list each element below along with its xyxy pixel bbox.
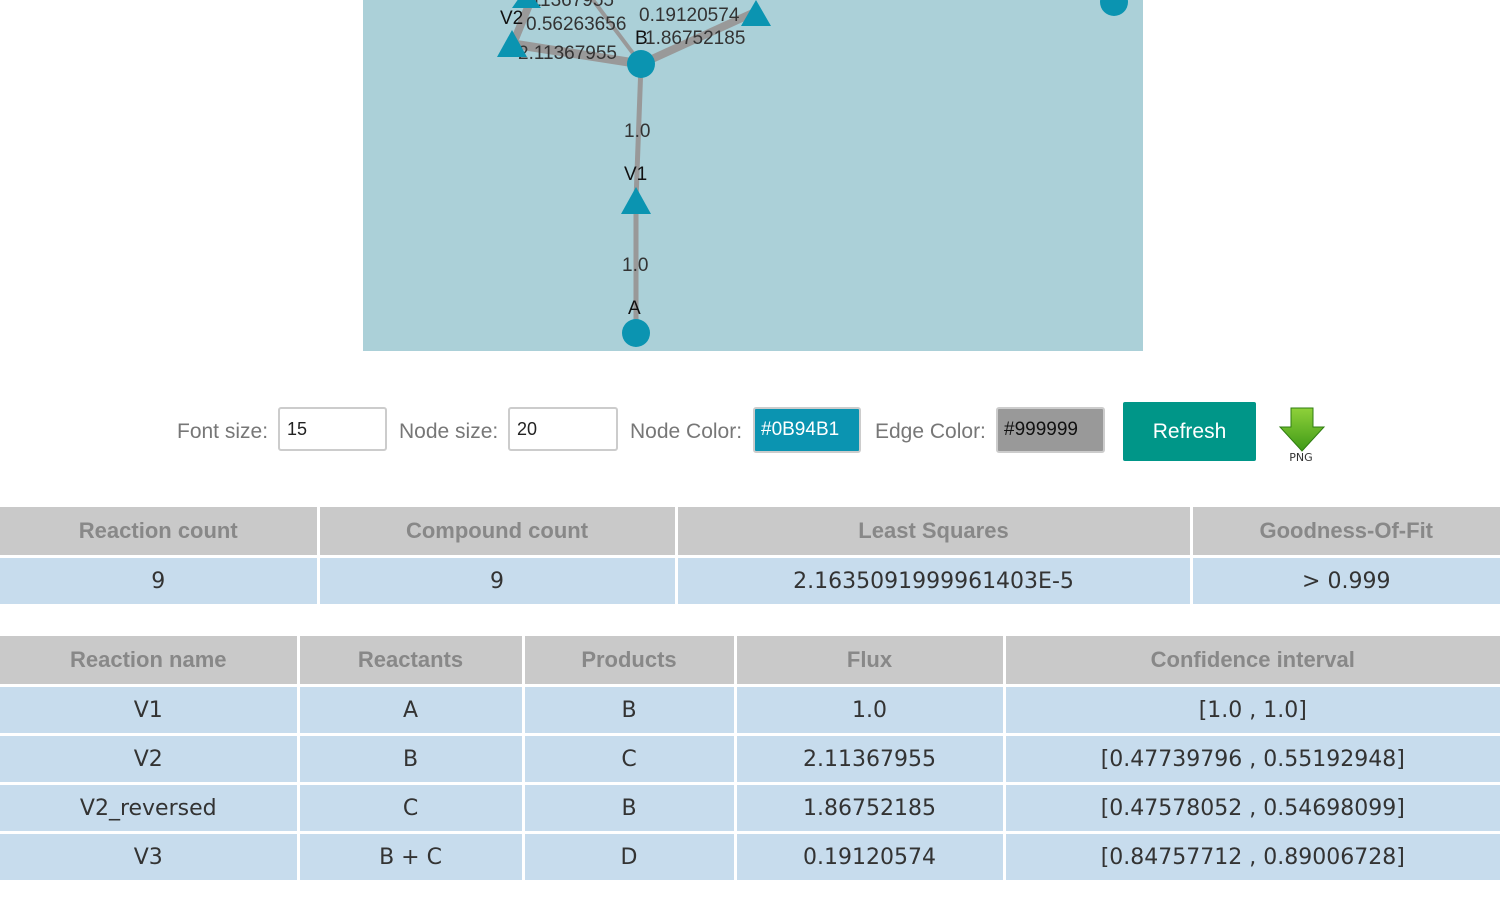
summary-table: Reaction count Compound count Least Squa… — [0, 504, 1500, 607]
reactions-table: Reaction name Reactants Products Flux Co… — [0, 633, 1500, 883]
table-cell: [0.47739796 , 0.55192948] — [1002, 733, 1500, 785]
table-cell: V1 — [0, 684, 300, 736]
edge-label: 1.0 — [622, 255, 648, 276]
table-header-row: Reaction name Reactants Products Flux Co… — [0, 633, 1500, 687]
column-header: Flux — [733, 633, 1006, 687]
node-color-picker[interactable]: #0B94B1 — [753, 407, 861, 453]
table-cell: [0.47578052 , 0.54698099] — [1002, 782, 1500, 834]
node-size-input[interactable] — [508, 407, 618, 451]
font-size-label: Font size: — [177, 420, 269, 443]
table-row: V2_reversed C B 1.86752185 [0.47578052 ,… — [0, 782, 1500, 834]
node-label: V1 — [624, 164, 647, 185]
table-cell: [1.0 , 1.0] — [1002, 684, 1500, 736]
font-size-input[interactable] — [278, 407, 387, 451]
table-cell: V2_reversed — [0, 782, 300, 834]
edge-label: 0.56263656 — [526, 14, 626, 35]
column-header: Compound count — [316, 504, 678, 558]
column-header: Confidence interval — [1002, 633, 1500, 687]
column-header: Goodness-Of-Fit — [1189, 504, 1500, 558]
node-size-label: Node size: — [399, 420, 499, 443]
png-label: PNG — [1289, 451, 1312, 464]
edge-label: 1.86752185 — [645, 28, 745, 49]
graph-node[interactable] — [627, 50, 655, 78]
column-header: Least Squares — [674, 504, 1193, 558]
table-cell: [0.84757712 , 0.89006728] — [1002, 831, 1500, 883]
refresh-button[interactable]: Refresh — [1123, 402, 1256, 461]
node-color-label: Node Color: — [630, 420, 743, 443]
table-cell: 1.0 — [733, 684, 1006, 736]
table-row: V1 A B 1.0 [1.0 , 1.0] — [0, 684, 1500, 736]
column-header: Reactants — [296, 633, 525, 687]
download-arrow-icon: PNG — [1278, 407, 1326, 464]
download-png-button[interactable]: PNG — [1276, 406, 1328, 464]
table-cell: B — [521, 782, 737, 834]
table-cell: 2.11367955 — [733, 733, 1006, 785]
edge-color-picker[interactable]: #999999 — [996, 407, 1105, 453]
table-cell: > 0.999 — [1189, 555, 1500, 607]
table-cell: 1.86752185 — [733, 782, 1006, 834]
table-row: 9 9 2.1635091999961403E-5 > 0.999 — [0, 555, 1500, 607]
table-row: V2 B C 2.11367955 [0.47739796 , 0.551929… — [0, 733, 1500, 785]
table-cell: V2 — [0, 733, 300, 785]
table-cell: 0.19120574 — [733, 831, 1006, 883]
edge-label: 2.11367955 — [518, 43, 617, 64]
table-cell: B — [521, 684, 737, 736]
column-header: Reaction count — [0, 504, 320, 558]
column-header: Products — [521, 633, 737, 687]
table-cell: C — [296, 782, 525, 834]
table-cell: B — [296, 733, 525, 785]
column-header: Reaction name — [0, 633, 300, 687]
edge-label: 0.19120574 — [639, 5, 740, 26]
table-cell: 9 — [0, 555, 320, 607]
table-header-row: Reaction count Compound count Least Squa… — [0, 504, 1500, 558]
node-label: V2 — [500, 8, 523, 29]
table-cell: B + C — [296, 831, 525, 883]
node-label: A — [628, 298, 641, 319]
graph-svg[interactable]: 2.11367955 0.56263656 0.19120574 1.86752… — [363, 0, 1143, 351]
graph-node[interactable] — [621, 187, 651, 214]
node-label: B — [635, 28, 648, 49]
table-cell: D — [521, 831, 737, 883]
graph-controls: Font size: Node size: Node Color: #0B94B… — [0, 400, 1500, 464]
table-cell: 2.1635091999961403E-5 — [674, 555, 1193, 607]
edge-label: 1.0 — [624, 121, 650, 142]
table-cell: C — [521, 733, 737, 785]
table-cell: A — [296, 684, 525, 736]
network-graph[interactable]: 2.11367955 0.56263656 0.19120574 1.86752… — [363, 0, 1143, 351]
table-cell: 9 — [316, 555, 678, 607]
table-cell: V3 — [0, 831, 300, 883]
graph-node[interactable] — [622, 319, 650, 347]
edge-color-label: Edge Color: — [875, 420, 986, 443]
table-row: V3 B + C D 0.19120574 [0.84757712 , 0.89… — [0, 831, 1500, 883]
graph-node[interactable] — [1100, 0, 1128, 16]
